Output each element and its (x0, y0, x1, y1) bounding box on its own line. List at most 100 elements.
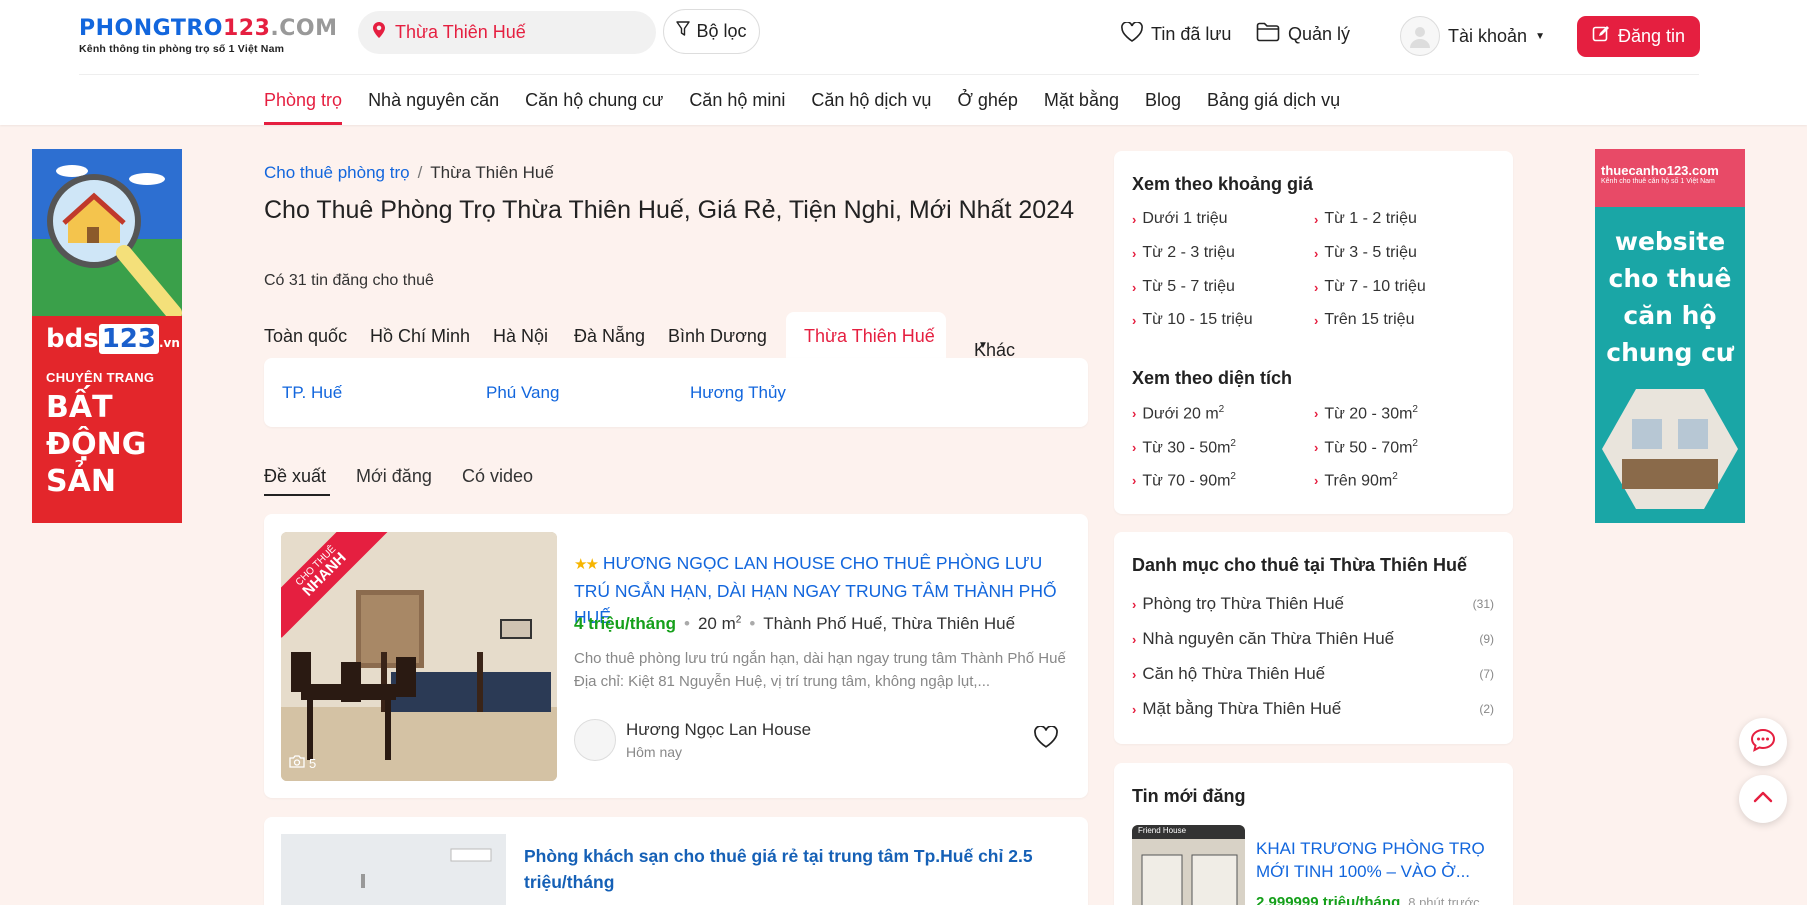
scroll-top-button[interactable] (1739, 775, 1787, 823)
listing-meta: 4 triệu/tháng • 20 m2 • Thành Phố Huế, T… (574, 614, 1015, 634)
chevron-right-icon: › (1132, 666, 1137, 682)
area-unit-sup: 2 (1218, 404, 1225, 415)
price-range-link[interactable]: › Từ 10 - 15 triệu (1132, 311, 1253, 329)
site-header: PHONGTRO123.COM Kênh thông tin phòng trọ… (0, 0, 1807, 125)
meta-dot: • (749, 614, 756, 633)
sub-region-tp-hue[interactable]: TP. Huế (282, 383, 342, 403)
manage-label: Quản lý (1288, 24, 1351, 44)
listing-description: Cho thuê phòng lưu trú ngắn hạn, dài hạn… (574, 650, 1066, 690)
nav-item-can-ho-chung-cu[interactable]: Căn hộ chung cư (512, 88, 676, 125)
category-count: (31) (1472, 597, 1494, 611)
ad-house-illustration (32, 149, 182, 321)
sort-tab-video[interactable]: Có video (462, 466, 533, 487)
nav-item-can-ho-dich-vu[interactable]: Căn hộ dịch vụ (798, 88, 944, 125)
price-range-link[interactable]: › Từ 1 - 2 triệu (1314, 210, 1417, 228)
listing-card[interactable]: Phòng khách sạn cho thuê giá rẻ tại trun… (264, 817, 1088, 905)
nav-item-can-ho-mini[interactable]: Căn hộ mini (676, 88, 798, 125)
location-value: Thừa Thiên Huế (395, 22, 526, 42)
page-title: Cho Thuê Phòng Trọ Thừa Thiên Huế, Giá R… (264, 196, 1074, 224)
account-menu[interactable]: Tài khoản ▼ (1400, 16, 1545, 56)
area-range-link[interactable]: › Trên 90m2 (1314, 471, 1398, 490)
logo-number: 123 (222, 16, 271, 41)
area-range-label: Trên 90m (1324, 472, 1393, 490)
category-title: Danh mục cho thuê tại Thừa Thiên Huế (1132, 555, 1468, 575)
left-ad-banner[interactable]: bds 123 .vn CHUYÊN TRANG BẤT ĐỘNG SẢN (32, 149, 182, 523)
category-sidebar-box: Danh mục cho thuê tại Thừa Thiên Huế › Ph… (1114, 532, 1513, 744)
sort-tab-newest[interactable]: Mới đăng (356, 466, 432, 487)
price-range-link[interactable]: › Dưới 1 triệu (1132, 210, 1228, 228)
area-range-label: Từ 30 - 50m (1142, 439, 1231, 457)
chat-button[interactable] (1739, 718, 1787, 766)
nav-item-mat-bang[interactable]: Mặt bằng (1031, 88, 1132, 125)
header-divider (79, 74, 1699, 75)
listing-location: Thành Phố Huế, Thừa Thiên Huế (763, 614, 1016, 633)
listing-title[interactable]: Phòng khách sạn cho thuê giá rẻ tại trun… (524, 843, 1064, 895)
chat-bubble-icon (1750, 728, 1776, 757)
folder-icon (1256, 22, 1280, 47)
post-listing-button[interactable]: Đăng tin (1577, 16, 1700, 57)
area-range-link[interactable]: › Từ 30 - 50m2 (1132, 438, 1236, 457)
category-label: Nhà nguyên căn Thừa Thiên Huế (1142, 629, 1395, 648)
price-range-link[interactable]: › Trên 15 triệu (1314, 311, 1414, 329)
listing-area-value: 20 m (697, 614, 736, 633)
price-range-link[interactable]: › Từ 5 - 7 triệu (1132, 278, 1235, 296)
nav-item-nha-nguyen-can[interactable]: Nhà nguyên căn (355, 88, 512, 125)
region-tab-thua-thien-hue[interactable]: Thừa Thiên Huế (804, 326, 935, 347)
listing-thumbnail[interactable]: CHO THUÊ NHANH 5 (281, 532, 557, 781)
manage-link[interactable]: Quản lý (1256, 22, 1350, 47)
category-link[interactable]: › Nhà nguyên căn Thừa Thiên Huế (9) (1132, 629, 1494, 649)
area-range-link[interactable]: › Từ 20 - 30m2 (1314, 404, 1418, 423)
heart-icon (1121, 21, 1143, 47)
chevron-right-icon: › (1314, 279, 1319, 295)
new-post-thumbnail[interactable]: Friend House (1132, 825, 1245, 905)
listing-author[interactable]: Hương Ngọc Lan House Hôm nay (574, 719, 811, 761)
category-link[interactable]: › Căn hộ Thừa Thiên Huế (7) (1132, 664, 1494, 684)
area-range-link[interactable]: › Từ 70 - 90m2 (1132, 471, 1236, 490)
breadcrumb-separator: / (417, 163, 423, 182)
filter-button[interactable]: Bộ lọc (663, 9, 760, 54)
listing-card[interactable]: CHO THUÊ NHANH 5 ★★ HƯƠNG NGỌC LAN HOUSE … (264, 514, 1088, 798)
nav-item-blog[interactable]: Blog (1132, 88, 1194, 125)
save-listing-button[interactable] (1034, 725, 1058, 753)
area-range-link[interactable]: › Dưới 20 m2 (1132, 404, 1224, 423)
site-logo[interactable]: PHONGTRO123.COM Kênh thông tin phòng trọ… (79, 16, 338, 55)
meta-dot: • (684, 614, 690, 633)
category-link[interactable]: › Mặt bằng Thừa Thiên Huế (2) (1132, 699, 1494, 719)
nav-item-o-ghep[interactable]: Ở ghép (944, 88, 1030, 125)
region-tab-binh-duong[interactable]: Bình Dương (668, 326, 767, 347)
category-count: (7) (1479, 667, 1494, 681)
nav-item-phong-tro[interactable]: Phòng trọ (264, 88, 355, 125)
new-post-thumb-label: Friend House (1138, 826, 1187, 835)
location-pin-icon (373, 22, 385, 43)
breadcrumb-root[interactable]: Cho thuê phòng trọ (264, 163, 410, 182)
sub-region-huong-thuy[interactable]: Hương Thủy (690, 383, 786, 403)
listing-thumbnail[interactable] (281, 834, 506, 905)
price-range-link[interactable]: › Từ 2 - 3 triệu (1132, 244, 1235, 262)
saved-posts-link[interactable]: Tin đã lưu (1121, 21, 1231, 47)
region-tab-ho-chi-minh[interactable]: Hồ Chí Minh (370, 326, 470, 347)
area-range-link[interactable]: › Từ 50 - 70m2 (1314, 438, 1418, 457)
caret-down-icon: ▼ (1535, 30, 1545, 42)
price-range-label: Từ 5 - 7 triệu (1142, 278, 1235, 295)
price-range-link[interactable]: › Từ 7 - 10 triệu (1314, 278, 1426, 296)
chevron-right-icon: › (1314, 406, 1319, 422)
location-search[interactable]: Thừa Thiên Huế (358, 11, 656, 54)
sort-tab-recommended[interactable]: Đề xuất (264, 466, 326, 487)
chevron-right-icon: › (1132, 279, 1137, 295)
price-range-label: Từ 2 - 3 triệu (1142, 244, 1235, 261)
region-tab-da-nang[interactable]: Đà Nẵng (574, 326, 645, 347)
region-tab-ha-noi[interactable]: Hà Nội (493, 326, 548, 347)
region-tab-toan-quoc[interactable]: Toàn quốc (264, 326, 347, 347)
right-ad-banner[interactable]: thuecanho123.com Kênh cho thuê căn hộ số… (1595, 149, 1745, 523)
price-range-link[interactable]: › Từ 3 - 5 triệu (1314, 244, 1417, 262)
new-post-title[interactable]: KHAI TRƯƠNG PHÒNG TRỌ MỚI TINH 100% – VÀ… (1256, 837, 1486, 883)
sub-region-phu-vang[interactable]: Phú Vang (486, 383, 559, 403)
account-label: Tài khoản (1448, 25, 1528, 46)
sort-active-indicator (264, 494, 330, 496)
listing-area-unit-sup: 2 (735, 614, 742, 626)
area-unit-sup: 2 (1230, 471, 1236, 482)
nav-item-bang-gia[interactable]: Bảng giá dịch vụ (1194, 88, 1353, 125)
ad-slogan: Kênh cho thuê căn hộ số 1 Việt Nam (1601, 178, 1715, 185)
category-link[interactable]: › Phòng trọ Thừa Thiên Huế (31) (1132, 594, 1494, 614)
area-range-label: Từ 20 - 30m (1324, 405, 1413, 423)
